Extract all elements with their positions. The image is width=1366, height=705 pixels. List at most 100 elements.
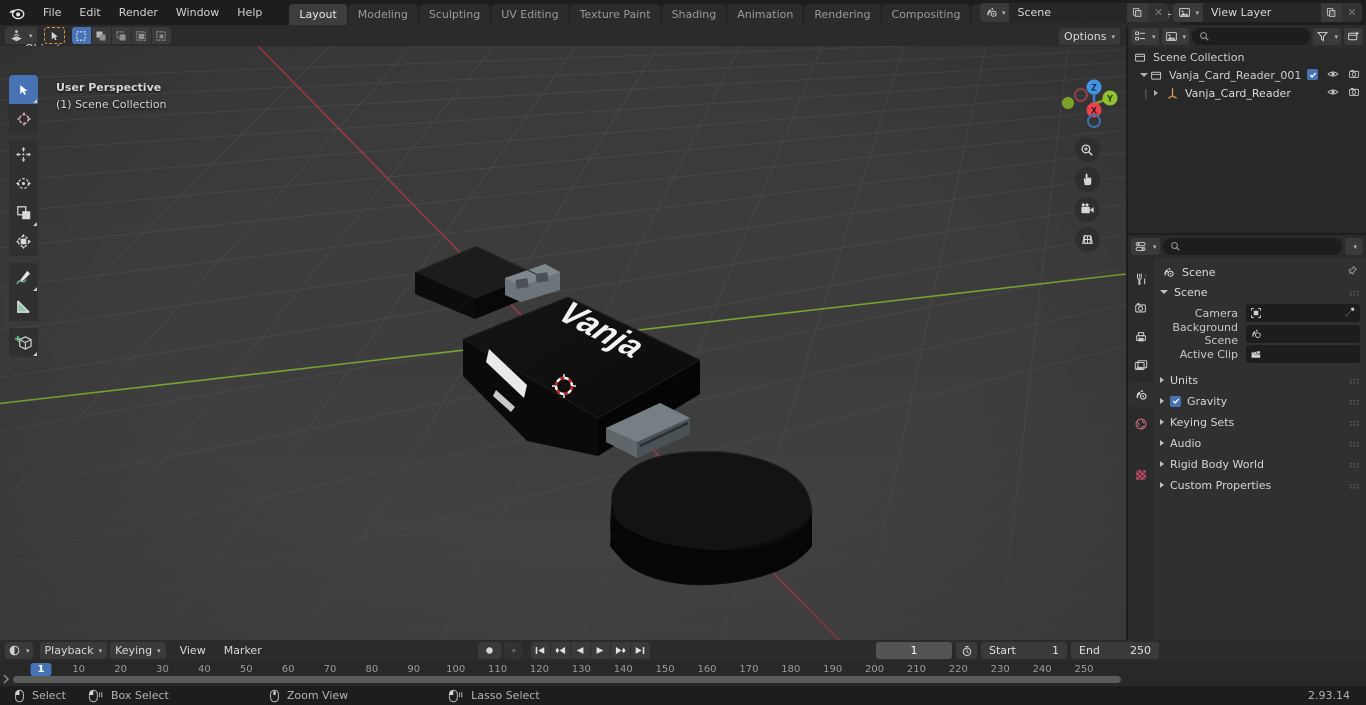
menu-file[interactable]: File (34, 3, 70, 22)
visibility-eye-icon[interactable] (1327, 68, 1339, 83)
accordion-audio[interactable]: Audio (1154, 433, 1366, 454)
options-dropdown[interactable]: Options ▾ (1059, 28, 1120, 45)
timeline-editor-type-button[interactable]: ▾ (5, 642, 33, 659)
scene-icon[interactable]: ▾ (979, 3, 1010, 22)
scene-name-field[interactable]: Scene (1009, 3, 1128, 22)
tab-view-layer[interactable] (1128, 353, 1154, 378)
workspace-tab-uv-editing[interactable]: UV Editing (491, 3, 569, 26)
tool-measure[interactable] (9, 292, 38, 321)
tab-render[interactable] (1128, 295, 1154, 320)
row-enable-checkbox[interactable] (1307, 69, 1318, 82)
tool-rotate[interactable] (9, 169, 38, 198)
property-value-field[interactable] (1246, 304, 1360, 322)
tab-tool[interactable] (1128, 266, 1154, 291)
accordion-gravity[interactable]: Gravity (1154, 391, 1366, 412)
tool-transform[interactable] (9, 227, 38, 256)
eyedropper-icon[interactable] (1344, 306, 1356, 321)
timeline-playback-dropdown[interactable]: Playback ▾ (39, 642, 108, 659)
outliner-row[interactable]: Vanja_Card_Reader_001 (1128, 66, 1366, 84)
tool-cursor[interactable] (9, 104, 38, 133)
timeline-menu-marker[interactable]: Marker (216, 642, 270, 659)
scene-selector[interactable]: ▾ Scene ✕ (979, 3, 1169, 22)
tab-scene[interactable] (1128, 382, 1154, 407)
properties-editor-type-button[interactable]: ▾ (1131, 238, 1160, 255)
jump-to-start-button[interactable] (530, 642, 550, 659)
workspace-tab-sculpting[interactable]: Sculpting (418, 3, 491, 26)
display-mode-button[interactable]: ▾ (1161, 28, 1190, 45)
menu-window[interactable]: Window (167, 3, 228, 22)
properties-search-input[interactable] (1162, 238, 1343, 255)
select-extend-button[interactable] (91, 27, 111, 44)
outliner-search-input[interactable] (1192, 28, 1311, 45)
jump-to-next-keyframe-button[interactable] (610, 642, 630, 659)
accordion-rigid-body-world[interactable]: Rigid Body World (1154, 454, 1366, 475)
tab-world[interactable] (1128, 411, 1154, 436)
new-scene-button[interactable] (1127, 3, 1149, 22)
timeline-expand-icon[interactable] (2, 673, 10, 687)
accordion-units[interactable]: Units (1154, 370, 1366, 391)
workspace-tab-modeling[interactable]: Modeling (347, 3, 418, 26)
workspace-tab-layout[interactable]: Layout (289, 3, 347, 26)
zoom-view-button[interactable] (1074, 137, 1100, 162)
workspace-tab-compositing[interactable]: Compositing (881, 3, 971, 26)
tool-move[interactable] (9, 140, 38, 169)
tool-annotate[interactable] (9, 263, 38, 292)
camera-view-button[interactable] (1074, 197, 1100, 222)
play-button[interactable] (590, 642, 610, 659)
workspace-tab-rendering[interactable]: Rendering (804, 3, 881, 26)
disclosure-triangle-icon[interactable] (1140, 73, 1148, 77)
view-layer-icon[interactable]: ▾ (1173, 3, 1203, 22)
accordion-custom-properties[interactable]: Custom Properties (1154, 475, 1366, 496)
outliner-row[interactable]: Scene Collection (1128, 48, 1366, 66)
select-intersect-button[interactable] (151, 27, 171, 44)
3d-viewport[interactable]: Vanja (0, 46, 1126, 640)
delete-scene-button[interactable]: ✕ (1148, 3, 1169, 22)
pan-view-button[interactable] (1074, 167, 1100, 192)
toggle-perspective-button[interactable] (1074, 227, 1100, 252)
scene-panel-header[interactable]: Scene (1154, 282, 1366, 302)
property-value-field[interactable] (1246, 324, 1360, 343)
blender-logo-icon[interactable] (6, 2, 28, 24)
jump-to-prev-keyframe-button[interactable] (550, 642, 570, 659)
navigation-gizmo[interactable]: Z Y X (1056, 70, 1118, 132)
frame-start-field[interactable]: Start 1 (981, 642, 1067, 659)
select-subtract-button[interactable] (111, 27, 131, 44)
visibility-eye-icon[interactable] (1327, 86, 1339, 101)
menu-edit[interactable]: Edit (70, 3, 109, 22)
tab-output[interactable] (1128, 324, 1154, 349)
outliner-filter-button[interactable]: ▾ (1313, 28, 1341, 45)
delete-view-layer-button[interactable]: ✕ (1342, 3, 1362, 22)
render-camera-icon[interactable] (1348, 68, 1360, 83)
property-value-field[interactable] (1246, 345, 1360, 363)
auto-keying-dropdown[interactable]: ▾ (504, 642, 522, 659)
tool-scale[interactable] (9, 198, 38, 227)
viewport-scrollbar-vertical[interactable] (1121, 50, 1125, 630)
disclosure-triangle-icon[interactable] (1154, 90, 1158, 96)
gravity-checkbox[interactable] (1170, 395, 1181, 407)
properties-options-button[interactable]: ▾ (1345, 238, 1363, 255)
workspace-tab-texture-paint[interactable]: Texture Paint (569, 3, 661, 26)
viewport-scrollbar-horizontal[interactable] (0, 634, 1120, 638)
frame-end-field[interactable]: End 250 (1071, 642, 1159, 659)
menu-render[interactable]: Render (110, 3, 167, 22)
view-layer-selector[interactable]: ▾ View Layer ✕ (1173, 3, 1362, 22)
select-invert-button[interactable] (131, 27, 151, 44)
playhead[interactable]: 1 (30, 663, 52, 676)
tab-texture[interactable] (1128, 462, 1154, 487)
workspace-tab-animation[interactable]: Animation (727, 3, 804, 26)
tool-add-cube[interactable] (9, 328, 38, 357)
new-view-layer-button[interactable] (1321, 3, 1342, 22)
timeline-scrollbar[interactable] (13, 676, 1121, 683)
timeline-keying-dropdown[interactable]: Keying ▾ (110, 642, 166, 659)
timeline-menu-view[interactable]: View (172, 642, 214, 659)
accordion-keying-sets[interactable]: Keying Sets (1154, 412, 1366, 433)
jump-to-end-button[interactable] (630, 642, 650, 659)
current-frame-field[interactable]: 1 (876, 642, 952, 659)
view-layer-name-field[interactable]: View Layer (1203, 3, 1321, 22)
render-camera-icon[interactable] (1348, 86, 1360, 101)
outliner-editor-type-button[interactable]: ▾ (1131, 28, 1159, 45)
menu-help[interactable]: Help (228, 3, 271, 22)
tool-tweak[interactable] (9, 75, 38, 104)
outliner-row[interactable]: | Vanja_Card_Reader (1128, 84, 1366, 102)
pin-icon[interactable] (1346, 265, 1358, 280)
